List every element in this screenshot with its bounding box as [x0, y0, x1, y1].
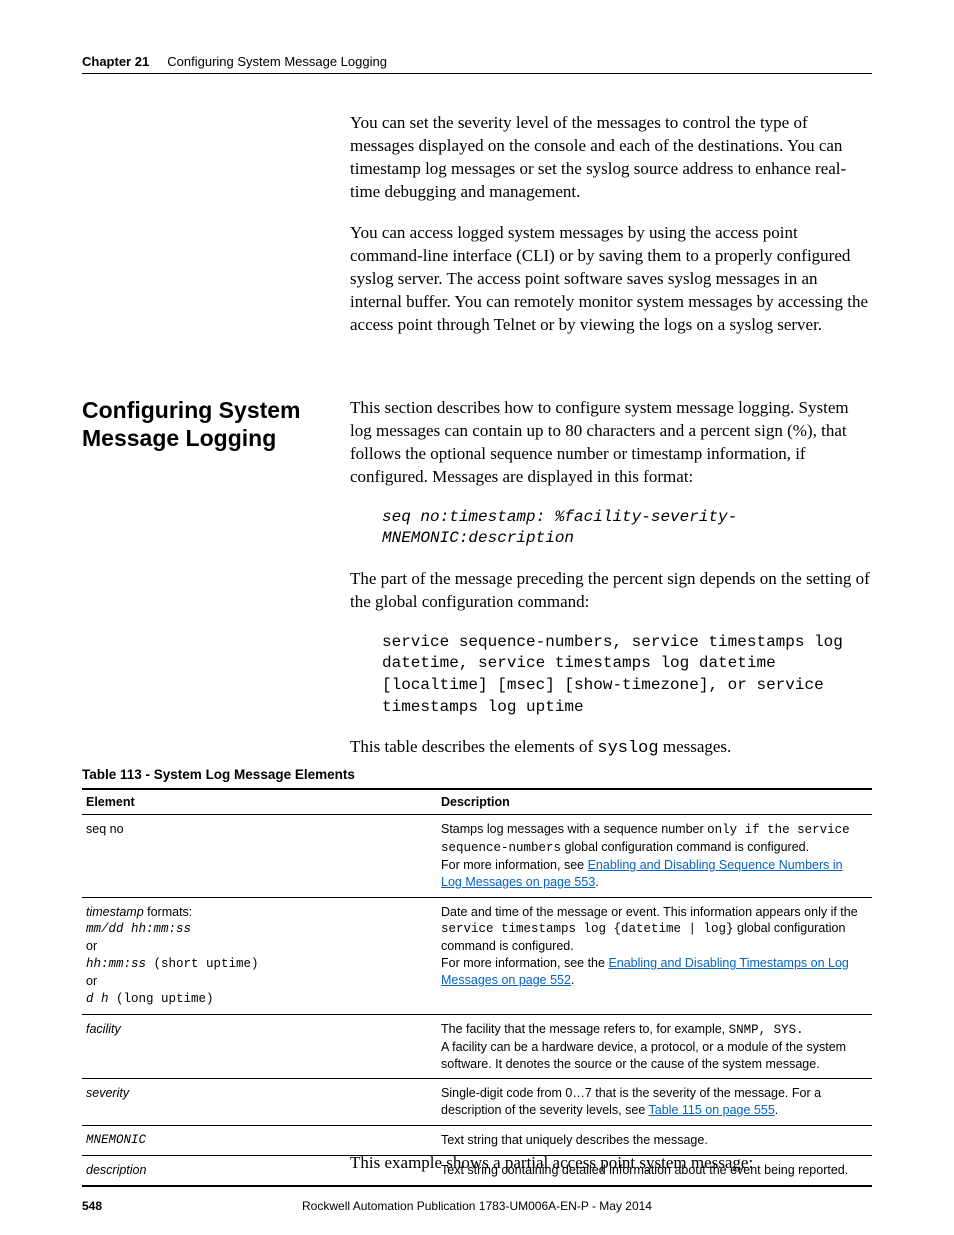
table-caption: Table 113 - System Log Message Elements: [82, 767, 355, 782]
table-row: timestamp formats: mm/dd hh:mm:ss or hh:…: [82, 897, 872, 1014]
chapter-number: Chapter 21: [82, 54, 149, 69]
table-row: seq no Stamps log messages with a sequen…: [82, 815, 872, 898]
after-table-para: This example shows a partial access poin…: [350, 1152, 872, 1175]
section-para-3: This table describes the elements of sys…: [350, 736, 872, 761]
intro-para-1: You can set the severity level of the me…: [350, 112, 872, 204]
cell-description: Stamps log messages with a sequence numb…: [437, 815, 872, 898]
chapter-title: Configuring System Message Logging: [167, 54, 387, 69]
col-description: Description: [437, 789, 872, 815]
page-header: Chapter 21 Configuring System Message Lo…: [82, 54, 872, 74]
code-commands: service sequence-numbers, service timest…: [382, 632, 872, 718]
cell-description: The facility that the message refers to,…: [437, 1014, 872, 1079]
cell-element: seq no: [82, 815, 437, 898]
section-para-2: The part of the message preceding the pe…: [350, 568, 872, 614]
syslog-elements-table: Element Description seq no Stamps log me…: [82, 788, 872, 1187]
cell-element: timestamp formats: mm/dd hh:mm:ss or hh:…: [82, 897, 437, 1014]
cell-description: Date and time of the message or event. T…: [437, 897, 872, 1014]
table-row: facility The facility that the message r…: [82, 1014, 872, 1079]
cell-element: severity: [82, 1079, 437, 1126]
page-footer: 548 Rockwell Automation Publication 1783…: [82, 1199, 872, 1213]
code-format: seq no:timestamp: %facility-severity-MNE…: [382, 507, 872, 550]
col-element: Element: [82, 789, 437, 815]
table-row: severity Single-digit code from 0…7 that…: [82, 1079, 872, 1126]
publication-line: Rockwell Automation Publication 1783-UM0…: [82, 1199, 872, 1213]
link-severity-table[interactable]: Table 115 on page 555: [649, 1103, 775, 1117]
section-heading: Configuring System Message Logging: [82, 397, 332, 452]
cell-description: Single-digit code from 0…7 that is the s…: [437, 1079, 872, 1126]
cell-element: facility: [82, 1014, 437, 1079]
section-para-1: This section describes how to configure …: [350, 397, 872, 489]
intro-para-2: You can access logged system messages by…: [350, 222, 872, 337]
